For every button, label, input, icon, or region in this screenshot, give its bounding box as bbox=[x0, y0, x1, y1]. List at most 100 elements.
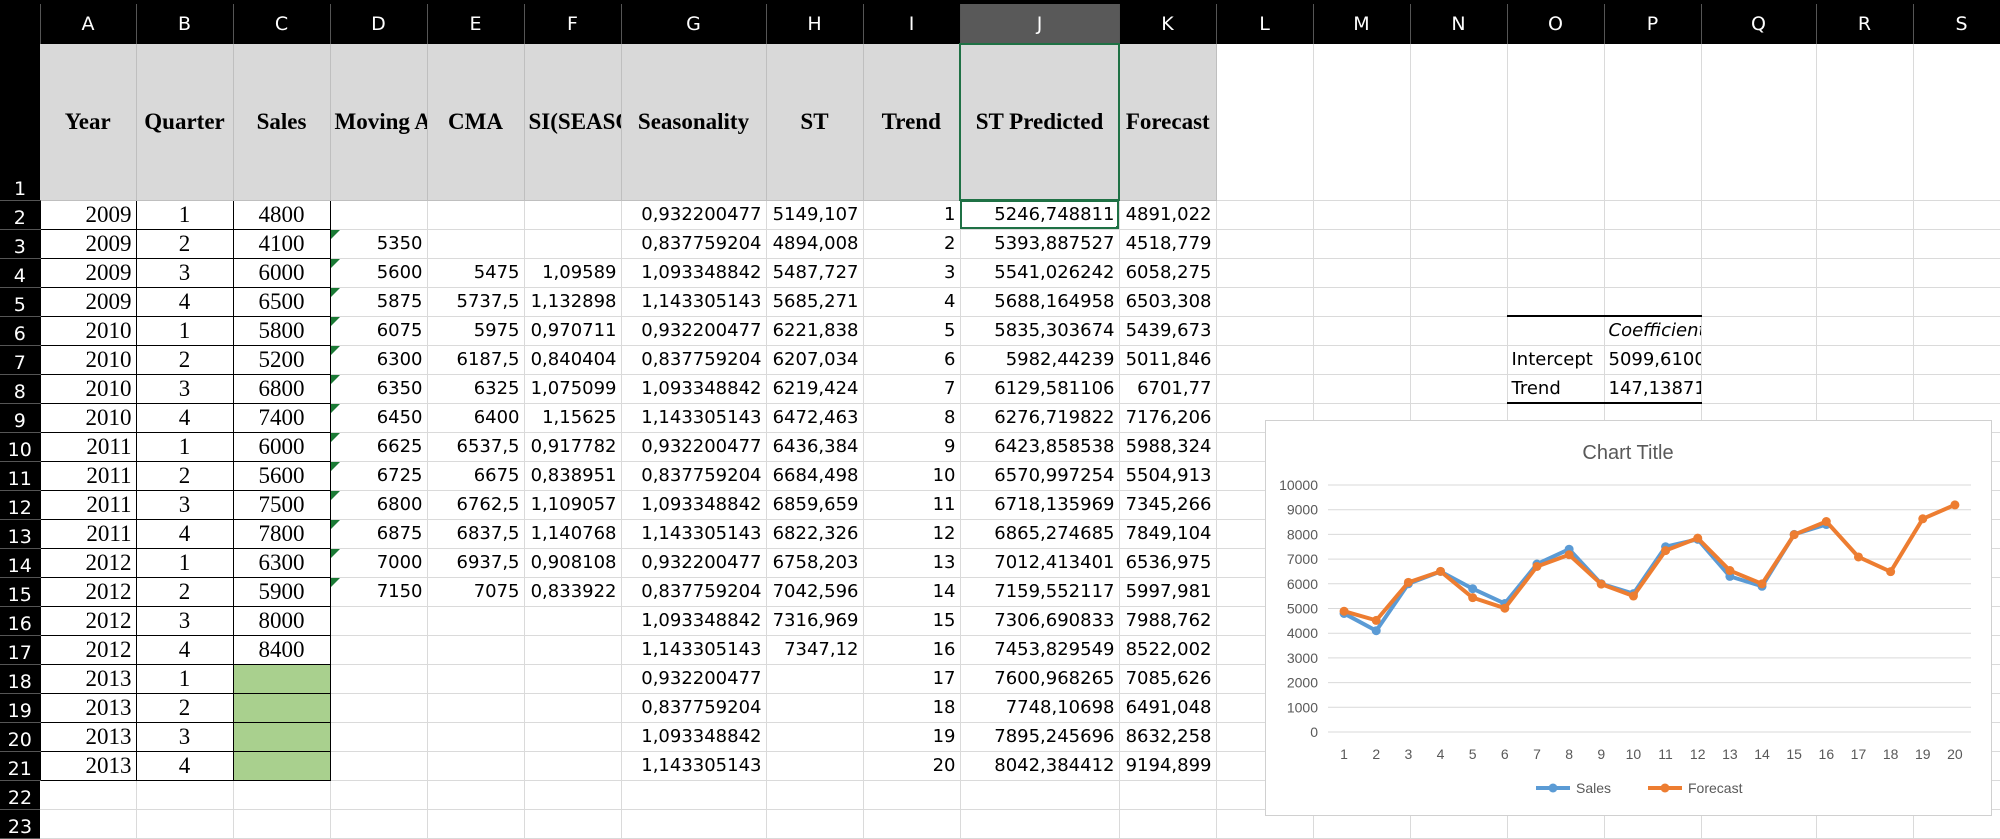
cell-ma[interactable]: 7150 bbox=[330, 577, 428, 607]
cell-si[interactable]: 0,917782 bbox=[524, 432, 622, 462]
header-cell-a[interactable]: Year bbox=[40, 44, 137, 201]
cell-forecast[interactable]: 6701,77 bbox=[1119, 374, 1217, 404]
cell-si[interactable] bbox=[524, 635, 622, 665]
cell-quarter[interactable]: 2 bbox=[135, 460, 234, 491]
cell-trend[interactable]: 13 bbox=[863, 548, 961, 578]
column-header-j[interactable]: J bbox=[960, 0, 1120, 44]
empty-cell[interactable] bbox=[136, 780, 234, 810]
cell-st_pred[interactable]: 6423,858538 bbox=[960, 432, 1120, 462]
cell-st[interactable] bbox=[766, 664, 864, 694]
cell-seasonality[interactable]: 1,093348842 bbox=[621, 258, 767, 288]
empty-cell[interactable] bbox=[1913, 229, 2000, 259]
empty-cell[interactable] bbox=[1701, 345, 1817, 375]
cell-st_pred[interactable]: 5688,164958 bbox=[960, 287, 1120, 317]
cell-cma[interactable] bbox=[427, 635, 525, 665]
empty-cell[interactable] bbox=[1701, 229, 1817, 259]
cell-st[interactable]: 7347,12 bbox=[766, 635, 864, 665]
cell-quarter[interactable]: 4 bbox=[135, 750, 234, 781]
header-cell-k[interactable]: Forecast bbox=[1119, 44, 1217, 201]
cell-quarter[interactable]: 3 bbox=[135, 489, 234, 520]
row-header[interactable]: 5 bbox=[0, 287, 40, 317]
cell-forecast[interactable]: 7176,206 bbox=[1119, 403, 1217, 433]
cell-forecast[interactable]: 4891,022 bbox=[1119, 200, 1217, 230]
cell-st[interactable]: 6207,034 bbox=[766, 345, 864, 375]
empty-cell[interactable] bbox=[1313, 287, 1411, 317]
empty-cell[interactable] bbox=[1313, 200, 1411, 230]
empty-cell[interactable] bbox=[1410, 374, 1508, 404]
empty-cell[interactable] bbox=[1216, 345, 1314, 375]
cell-ma[interactable]: 6875 bbox=[330, 519, 428, 549]
empty-cell[interactable] bbox=[766, 780, 864, 810]
empty-cell[interactable] bbox=[1313, 374, 1411, 404]
cell-quarter[interactable]: 1 bbox=[135, 199, 234, 230]
cell-ma[interactable] bbox=[330, 722, 428, 752]
empty-cell[interactable] bbox=[40, 809, 137, 839]
cell-st[interactable]: 7316,969 bbox=[766, 606, 864, 636]
cell-st_pred[interactable]: 7453,829549 bbox=[960, 635, 1120, 665]
row-header[interactable]: 1 bbox=[0, 44, 40, 201]
cell-si[interactable]: 0,970711 bbox=[524, 316, 622, 346]
row-header[interactable]: 3 bbox=[0, 229, 40, 259]
cell-sales[interactable]: 7400 bbox=[232, 402, 331, 433]
cell-trend[interactable]: 12 bbox=[863, 519, 961, 549]
cell-sales[interactable]: 4100 bbox=[232, 228, 331, 259]
cell-sales[interactable] bbox=[232, 750, 331, 781]
empty-cell[interactable] bbox=[330, 809, 428, 839]
cell-st_pred[interactable]: 5246,748811 bbox=[960, 200, 1120, 230]
empty-cell[interactable] bbox=[863, 809, 961, 839]
column-header-n[interactable]: N bbox=[1410, 0, 1508, 44]
column-header-k[interactable]: K bbox=[1119, 0, 1217, 44]
cell-ma[interactable]: 6800 bbox=[330, 490, 428, 520]
empty-cell[interactable] bbox=[1313, 229, 1411, 259]
cell-si[interactable] bbox=[524, 722, 622, 752]
empty-cell[interactable] bbox=[524, 809, 622, 839]
cell-forecast[interactable]: 4518,779 bbox=[1119, 229, 1217, 259]
trend-value[interactable]: 147,1387159 bbox=[1604, 374, 1702, 404]
cell-cma[interactable]: 6325 bbox=[427, 374, 525, 404]
line-chart[interactable]: Chart Title 0 1000 2000 3000 4000 5000 6000 7000… bbox=[1265, 420, 1992, 816]
cell-year[interactable]: 2013 bbox=[39, 721, 137, 752]
cell-cma[interactable]: 6187,5 bbox=[427, 345, 525, 375]
cell-si[interactable] bbox=[524, 606, 622, 636]
cell-si[interactable]: 1,140768 bbox=[524, 519, 622, 549]
cell-cma[interactable] bbox=[427, 200, 525, 230]
cell-si[interactable]: 1,132898 bbox=[524, 287, 622, 317]
cell-st_pred[interactable]: 5835,303674 bbox=[960, 316, 1120, 346]
empty-cell[interactable] bbox=[1410, 345, 1508, 375]
empty-cell[interactable] bbox=[1816, 316, 1914, 346]
cell-trend[interactable]: 16 bbox=[863, 635, 961, 665]
cell-si[interactable] bbox=[524, 200, 622, 230]
column-header-r[interactable]: R bbox=[1816, 0, 1914, 44]
regression-cell[interactable] bbox=[1604, 258, 1702, 288]
row-header[interactable]: 22 bbox=[0, 780, 40, 810]
cell-ma[interactable]: 6075 bbox=[330, 316, 428, 346]
row-header[interactable]: 10 bbox=[0, 432, 40, 462]
cell-cma[interactable]: 6837,5 bbox=[427, 519, 525, 549]
empty-cell[interactable] bbox=[1913, 200, 2000, 230]
row-header[interactable]: 13 bbox=[0, 519, 40, 549]
column-header-s[interactable]: S bbox=[1913, 0, 2000, 44]
empty-cell[interactable] bbox=[1313, 345, 1411, 375]
cell-quarter[interactable]: 2 bbox=[135, 576, 234, 607]
cell-si[interactable] bbox=[524, 751, 622, 781]
regression-cell[interactable] bbox=[1604, 200, 1702, 230]
row-header[interactable]: 16 bbox=[0, 606, 40, 636]
intercept-value[interactable]: 5099,610095 bbox=[1604, 345, 1702, 375]
cell-trend[interactable]: 18 bbox=[863, 693, 961, 723]
empty-cell[interactable] bbox=[960, 809, 1120, 839]
cell-trend[interactable]: 1 bbox=[863, 200, 961, 230]
empty-cell[interactable] bbox=[1313, 316, 1411, 346]
cell-sales[interactable]: 6000 bbox=[232, 257, 331, 288]
empty-cell[interactable] bbox=[621, 809, 767, 839]
empty-cell[interactable] bbox=[1216, 44, 1314, 201]
cell-forecast[interactable]: 7988,762 bbox=[1119, 606, 1217, 636]
cell-forecast[interactable]: 7085,626 bbox=[1119, 664, 1217, 694]
cell-si[interactable]: 0,833922 bbox=[524, 577, 622, 607]
cell-ma[interactable] bbox=[330, 200, 428, 230]
empty-cell[interactable] bbox=[1216, 200, 1314, 230]
cell-st_pred[interactable]: 5982,44239 bbox=[960, 345, 1120, 375]
trend-label[interactable]: Trend bbox=[1507, 374, 1605, 404]
cell-forecast[interactable]: 5439,673 bbox=[1119, 316, 1217, 346]
cell-forecast[interactable]: 7849,104 bbox=[1119, 519, 1217, 549]
cell-forecast[interactable]: 9194,899 bbox=[1119, 751, 1217, 781]
